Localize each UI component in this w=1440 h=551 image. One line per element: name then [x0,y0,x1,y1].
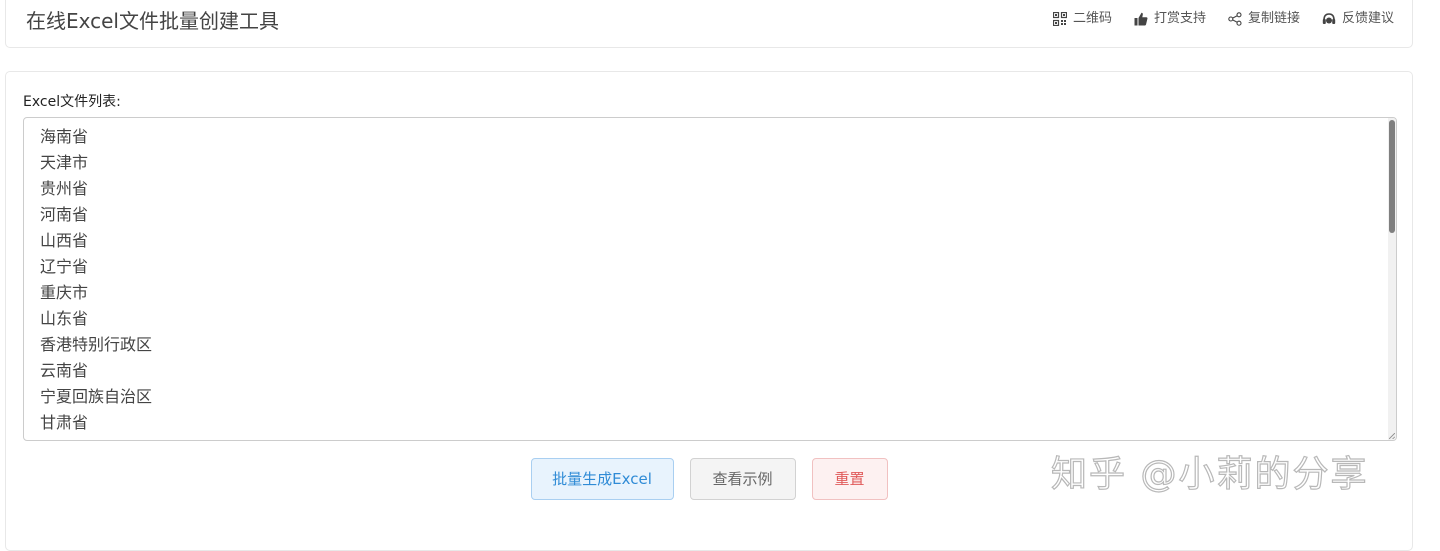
header-actions: 二维码 打赏支持 复制链接 反馈建议 [1052,10,1394,28]
thumbs-up-icon [1134,12,1148,26]
resize-grip-icon[interactable] [1389,433,1395,439]
file-list-content[interactable]: 海南省 天津市 贵州省 河南省 山西省 辽宁省 重庆市 山东省 香港特别行政区 … [40,124,152,436]
share-icon [1228,12,1242,26]
textarea-scrollbar[interactable] [1388,118,1396,440]
qr-code-link[interactable]: 二维码 [1052,10,1112,28]
qr-code-icon [1052,12,1067,26]
headset-icon [1322,13,1336,24]
copy-link-label: 复制链接 [1247,11,1300,26]
header-bar: 在线Excel文件批量创建工具 二维码 打赏支持 复制链接 反馈建议 [5,0,1413,48]
page-title: 在线Excel文件批量创建工具 [26,9,279,33]
scrollbar-thumb[interactable] [1389,120,1395,233]
feedback-label: 反馈建议 [1341,11,1394,26]
file-list-textarea[interactable]: 海南省 天津市 贵州省 河南省 山西省 辽宁省 重庆市 山东省 香港特别行政区 … [23,117,1397,441]
view-example-button[interactable]: 查看示例 [689,458,796,500]
tip-support-label: 打赏支持 [1153,11,1206,26]
feedback-link[interactable]: 反馈建议 [1322,10,1394,28]
watermark: 知乎 @小莉的分享 [1050,453,1369,495]
qr-code-label: 二维码 [1072,11,1112,26]
file-list-label: Excel文件列表: [23,94,121,110]
reset-button[interactable]: 重置 [811,458,888,500]
batch-generate-button[interactable]: 批量生成Excel [530,458,674,500]
copy-link-link[interactable]: 复制链接 [1228,10,1300,28]
tip-support-link[interactable]: 打赏支持 [1134,10,1206,28]
